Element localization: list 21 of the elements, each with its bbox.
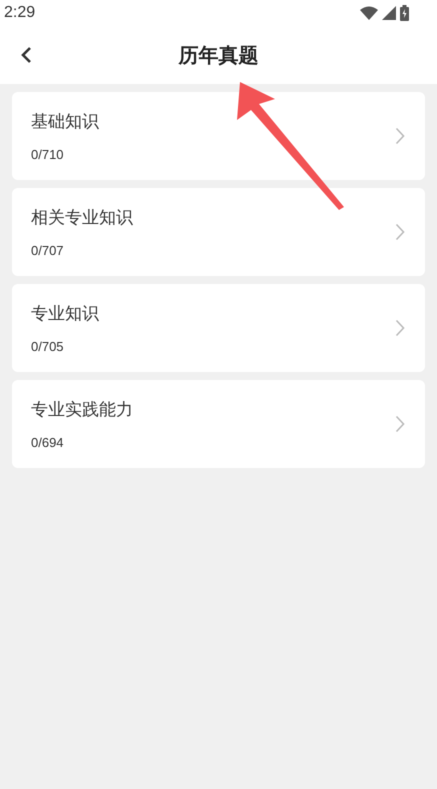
- progress-count: 0/707: [31, 243, 64, 258]
- progress-count: 0/705: [31, 339, 64, 354]
- chevron-right-icon: [395, 415, 405, 433]
- category-title: 专业实践能力: [31, 399, 133, 421]
- signal-icon: [382, 6, 396, 20]
- progress-count: 0/694: [31, 435, 64, 450]
- chevron-right-icon: [395, 127, 405, 145]
- chevron-right-icon: [395, 223, 405, 241]
- category-card[interactable]: 专业知识 0/705: [12, 284, 425, 372]
- category-title: 基础知识: [31, 111, 99, 133]
- category-card[interactable]: 基础知识 0/710: [12, 92, 425, 180]
- category-card[interactable]: 专业实践能力 0/694: [12, 380, 425, 468]
- category-title: 专业知识: [31, 303, 99, 325]
- status-time: 2:29: [4, 4, 36, 22]
- battery-icon: [400, 5, 409, 21]
- wifi-icon: [360, 6, 378, 20]
- category-title: 相关专业知识: [31, 207, 133, 229]
- page-title: 历年真题: [178, 42, 258, 66]
- progress-count: 0/710: [31, 147, 64, 162]
- chevron-right-icon: [395, 319, 405, 337]
- category-card[interactable]: 相关专业知识 0/707: [12, 188, 425, 276]
